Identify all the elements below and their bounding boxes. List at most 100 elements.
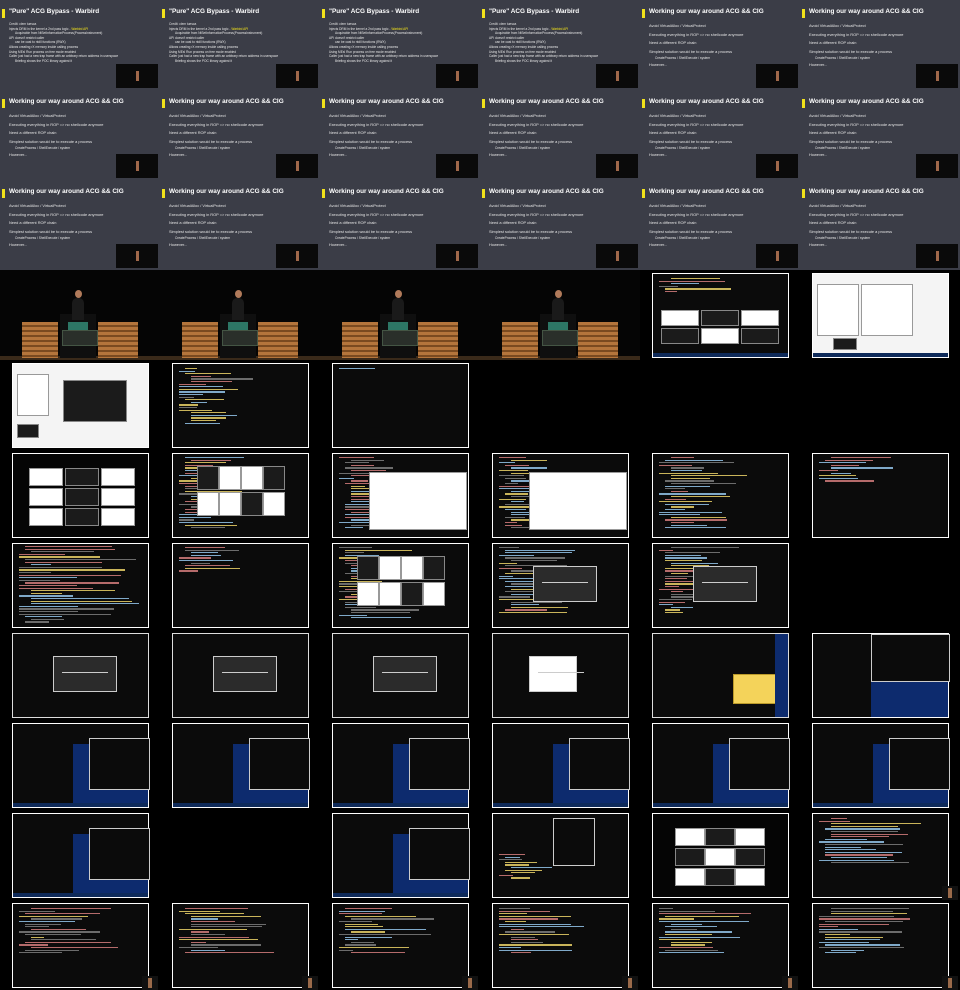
video-frame-thumbnail[interactable]: [640, 450, 800, 540]
taskbar[interactable]: [653, 353, 788, 357]
video-frame-thumbnail[interactable]: [800, 270, 960, 360]
video-frame-thumbnail[interactable]: [480, 360, 640, 450]
window-thumbnail[interactable]: [675, 828, 705, 846]
window-thumbnail[interactable]: [735, 828, 765, 846]
terminal-window[interactable]: [569, 738, 630, 790]
message-dialog[interactable]: [373, 656, 437, 692]
terminal-window[interactable]: [249, 738, 310, 790]
video-frame-thumbnail[interactable]: [320, 270, 480, 360]
explorer-window[interactable]: [529, 472, 627, 530]
window-thumbnail[interactable]: [65, 488, 99, 506]
video-frame-thumbnail[interactable]: [0, 360, 160, 450]
video-frame-thumbnail[interactable]: Working our way around ACG && CIG Avoid V…: [800, 90, 960, 180]
taskbar[interactable]: [173, 803, 308, 807]
video-frame-thumbnail[interactable]: [480, 900, 640, 990]
alert-window[interactable]: [733, 674, 777, 704]
video-frame-thumbnail[interactable]: Working our way around ACG && CIG Avoid V…: [320, 90, 480, 180]
video-frame-thumbnail[interactable]: [640, 630, 800, 720]
video-frame-thumbnail[interactable]: [480, 540, 640, 630]
explorer-window[interactable]: [369, 472, 467, 530]
window-thumbnail[interactable]: [263, 466, 285, 490]
window-thumbnail[interactable]: [675, 868, 705, 886]
terminal-window[interactable]: [553, 818, 595, 866]
video-frame-thumbnail[interactable]: [160, 720, 320, 810]
window-thumbnail[interactable]: [705, 828, 735, 846]
explorer-tree[interactable]: [17, 374, 49, 416]
console-window[interactable]: [833, 338, 857, 350]
video-frame-thumbnail[interactable]: [0, 540, 160, 630]
message-dialog[interactable]: [693, 566, 757, 602]
window-thumbnail[interactable]: [705, 848, 735, 866]
window-thumbnail[interactable]: [661, 328, 699, 344]
video-frame-thumbnail[interactable]: [320, 900, 480, 990]
window-thumbnail[interactable]: [357, 582, 379, 606]
window-thumbnail[interactable]: [357, 556, 379, 580]
video-frame-thumbnail[interactable]: [800, 360, 960, 450]
video-frame-thumbnail[interactable]: [160, 810, 320, 900]
window-thumbnail[interactable]: [219, 466, 241, 490]
video-frame-thumbnail[interactable]: [640, 810, 800, 900]
window-thumbnail[interactable]: [101, 468, 135, 486]
window-thumbnail[interactable]: [735, 848, 765, 866]
video-frame-thumbnail[interactable]: Working our way around ACG && CIG Avoid V…: [640, 0, 800, 90]
message-dialog[interactable]: [529, 656, 584, 692]
window-thumbnail[interactable]: [379, 556, 401, 580]
window-thumbnail[interactable]: [423, 582, 445, 606]
video-frame-thumbnail[interactable]: Working our way around ACG && CIG Avoid V…: [480, 90, 640, 180]
video-frame-thumbnail[interactable]: [640, 270, 800, 360]
video-frame-thumbnail[interactable]: [480, 810, 640, 900]
video-frame-thumbnail[interactable]: Working our way around ACG && CIG Avoid V…: [160, 90, 320, 180]
terminal-window[interactable]: [89, 738, 150, 790]
window-thumbnail[interactable]: [197, 492, 219, 516]
video-frame-thumbnail[interactable]: [640, 900, 800, 990]
window-thumbnail[interactable]: [701, 328, 739, 344]
video-frame-thumbnail[interactable]: [320, 360, 480, 450]
video-frame-thumbnail[interactable]: [640, 360, 800, 450]
terminal-window[interactable]: [889, 738, 950, 790]
taskbar[interactable]: [653, 803, 788, 807]
window-thumbnail[interactable]: [219, 492, 241, 516]
video-frame-thumbnail[interactable]: [640, 720, 800, 810]
video-frame-thumbnail[interactable]: [160, 270, 320, 360]
video-frame-thumbnail[interactable]: [0, 720, 160, 810]
window-thumbnail[interactable]: [197, 466, 219, 490]
video-frame-thumbnail[interactable]: "Pure" ACG Bypass - Warbird Credit: clem …: [0, 0, 160, 90]
taskbar[interactable]: [13, 803, 148, 807]
video-frame-thumbnail[interactable]: "Pure" ACG Bypass - Warbird Credit: clem …: [160, 0, 320, 90]
terminal-window[interactable]: [89, 828, 150, 880]
window-thumbnail[interactable]: [741, 328, 779, 344]
terminal-window[interactable]: [409, 828, 470, 880]
video-frame-thumbnail[interactable]: [800, 450, 960, 540]
window-thumbnail[interactable]: [241, 492, 263, 516]
video-frame-thumbnail[interactable]: [320, 810, 480, 900]
video-frame-thumbnail[interactable]: [800, 810, 960, 900]
window-thumbnail[interactable]: [241, 466, 263, 490]
video-frame-thumbnail[interactable]: [160, 630, 320, 720]
video-frame-thumbnail[interactable]: "Pure" ACG Bypass - Warbird Credit: clem …: [480, 0, 640, 90]
taskbar[interactable]: [493, 803, 628, 807]
video-frame-thumbnail[interactable]: [160, 900, 320, 990]
window-thumbnail[interactable]: [705, 868, 735, 886]
video-frame-thumbnail[interactable]: Working our way around ACG && CIG Avoid V…: [0, 180, 160, 270]
explorer-tree[interactable]: [817, 284, 859, 336]
window-thumbnail[interactable]: [379, 582, 401, 606]
window-thumbnail[interactable]: [423, 556, 445, 580]
window-thumbnail[interactable]: [701, 310, 739, 326]
explorer-list[interactable]: [861, 284, 913, 336]
taskbar[interactable]: [13, 893, 148, 897]
video-frame-thumbnail[interactable]: [0, 900, 160, 990]
window-thumbnail[interactable]: [735, 868, 765, 886]
video-frame-thumbnail[interactable]: [0, 270, 160, 360]
video-frame-thumbnail[interactable]: [800, 630, 960, 720]
video-frame-thumbnail[interactable]: [480, 270, 640, 360]
video-frame-thumbnail[interactable]: [800, 900, 960, 990]
video-frame-thumbnail[interactable]: [0, 450, 160, 540]
video-frame-thumbnail[interactable]: Working our way around ACG && CIG Avoid V…: [160, 180, 320, 270]
video-frame-thumbnail[interactable]: Working our way around ACG && CIG Avoid V…: [800, 0, 960, 90]
taskbar[interactable]: [813, 353, 948, 357]
message-dialog[interactable]: [533, 566, 597, 602]
window-thumbnail[interactable]: [401, 556, 423, 580]
video-frame-thumbnail[interactable]: Working our way around ACG && CIG Avoid V…: [640, 180, 800, 270]
window-thumbnail[interactable]: [29, 508, 63, 526]
video-frame-thumbnail[interactable]: [320, 450, 480, 540]
